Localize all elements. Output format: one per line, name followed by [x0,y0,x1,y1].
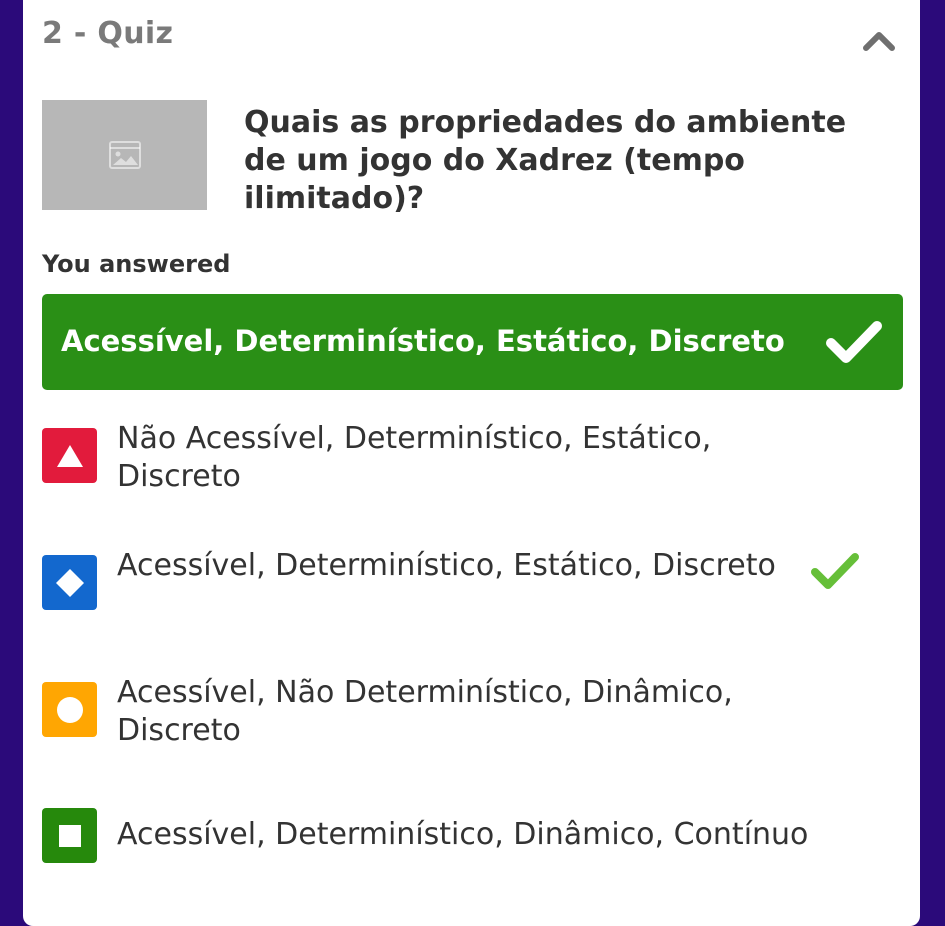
selected-answer-text: Acessível, Determinístico, Estático, Dis… [61,324,785,358]
question-text: Quais as propriedades do ambiente de um … [244,105,847,216]
check-icon [811,553,859,589]
chevron-up-icon [863,32,895,51]
quiz-header-title: 2 - Quiz [42,16,174,51]
you-answered-label: You answered [42,250,231,278]
answer-option-label: Acessível, Determinístico, Estático, Dis… [117,548,776,583]
answer-option-label: Acessível, Determinístico, Dinâmico, Con… [117,817,809,852]
collapse-button[interactable] [859,23,899,57]
diamond-icon [42,555,97,610]
check-icon [826,321,882,363]
answer-option-label: Não Acessível, Determinístico, Estático,… [117,421,712,494]
circle-icon [42,682,97,737]
selected-answer-banner: Acessível, Determinístico, Estático, Dis… [42,294,903,390]
question-image-placeholder [42,100,207,210]
answer-option-label: Acessível, Não Determinístico, Dinâmico,… [117,675,733,748]
square-icon [42,808,97,863]
quiz-card: 2 - Quiz Quais as propriedades do ambien… [23,0,920,926]
image-placeholder-icon [108,141,141,169]
triangle-icon [42,428,97,483]
